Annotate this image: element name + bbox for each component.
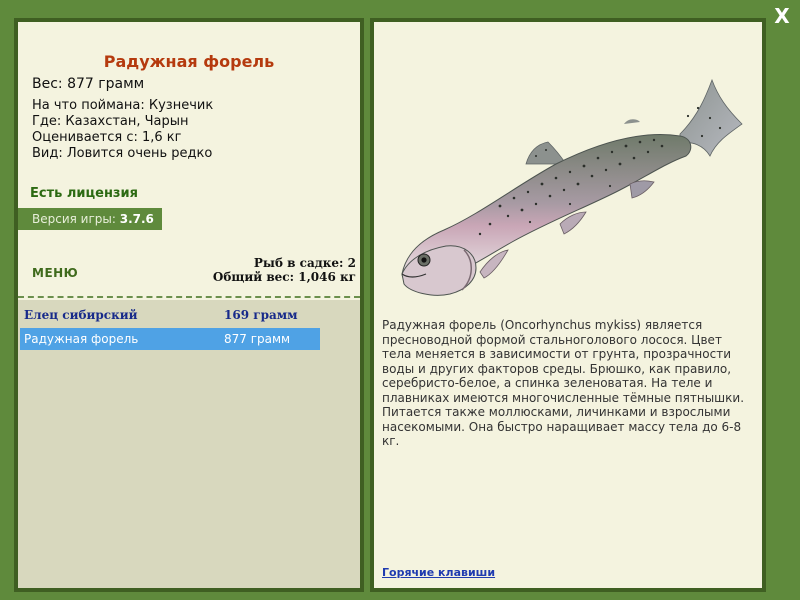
caught-with: На что поймана: Кузнечик <box>32 98 214 113</box>
menu-button[interactable]: МЕНЮ <box>32 266 78 280</box>
list-item-selected[interactable]: Радужная форель 877 грамм <box>20 328 320 350</box>
fish-count: Рыб в садке: 2 <box>253 256 356 270</box>
rarity: Вид: Ловится очень редко <box>32 146 213 161</box>
list-item[interactable]: Елец сибирский 169 грамм <box>20 304 320 326</box>
fish-description: Радужная форель (Oncorhynchus mykiss) яв… <box>382 318 745 448</box>
valued-at: Оценивается с: 1,6 кг <box>32 130 182 145</box>
version-bar: Версия игры: 3.7.6 <box>18 208 162 230</box>
fish-detail-panel: Радужная форель (Oncorhynchus mykiss) яв… <box>370 18 766 592</box>
fish-weight: Вес: 877 грамм <box>32 76 145 92</box>
trout-image <box>401 78 743 296</box>
list-item-weight: 169 грамм <box>224 308 298 322</box>
hotkeys-link[interactable]: Горячие клавиши <box>382 566 495 579</box>
list-item-name: Елец сибирский <box>24 308 138 322</box>
close-button[interactable]: X <box>770 4 794 28</box>
catch-stats: Рыб в садке: 2 Общий вес: 1,046 кг <box>213 256 356 284</box>
version-label: Версия игры: <box>32 212 116 226</box>
fish-title: Радужная форель <box>103 52 275 71</box>
divider <box>18 296 360 298</box>
location: Где: Казахстан, Чарын <box>32 114 189 129</box>
version-value: 3.7.6 <box>119 212 154 226</box>
list-item-weight: 877 грамм <box>224 332 291 346</box>
catch-list: Елец сибирский 169 грамм Радужная форель… <box>18 300 360 588</box>
license-status: Есть лицензия <box>30 186 138 201</box>
list-item-name: Радужная форель <box>24 332 139 346</box>
fish-info-panel: Радужная форель Вес: 877 грамм На что по… <box>14 18 364 592</box>
total-weight: Общий вес: 1,046 кг <box>212 270 356 284</box>
